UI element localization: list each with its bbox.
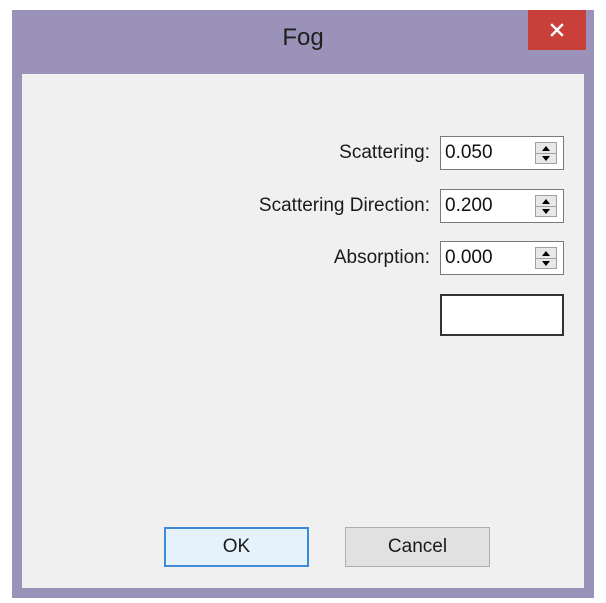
scattering-direction-spin-buttons xyxy=(535,195,557,217)
absorption-row: Absorption: 0.000 xyxy=(334,241,564,275)
scattering-direction-decrement-button[interactable] xyxy=(536,206,556,216)
scattering-direction-label: Scattering Direction: xyxy=(258,195,430,216)
close-icon xyxy=(550,23,564,37)
absorption-spinbox[interactable]: 0.000 xyxy=(440,241,564,275)
scattering-label: Scattering: xyxy=(339,142,430,163)
arrow-up-icon xyxy=(542,250,550,256)
fog-color-swatch[interactable] xyxy=(440,294,564,336)
close-button[interactable] xyxy=(528,10,586,50)
scattering-direction-value[interactable]: 0.200 xyxy=(445,190,493,222)
scattering-row: Scattering: 0.050 xyxy=(339,136,564,170)
fog-dialog: Fog Scattering: 0.050 Scattering Directi… xyxy=(12,10,594,598)
arrow-down-icon xyxy=(542,208,550,214)
scattering-direction-row: Scattering Direction: 0.200 xyxy=(259,189,564,223)
dialog-body: Scattering: 0.050 Scattering Direction: … xyxy=(22,74,584,588)
absorption-decrement-button[interactable] xyxy=(536,258,556,268)
absorption-label: Absorption: xyxy=(333,247,430,268)
window-title: Fog xyxy=(282,24,324,51)
scattering-spinbox[interactable]: 0.050 xyxy=(440,136,564,170)
absorption-value[interactable]: 0.000 xyxy=(445,242,493,274)
scattering-value[interactable]: 0.050 xyxy=(445,137,493,169)
scattering-direction-spinbox[interactable]: 0.200 xyxy=(440,189,564,223)
cancel-button[interactable]: Cancel xyxy=(345,527,490,567)
scattering-decrement-button[interactable] xyxy=(536,153,556,163)
arrow-down-icon xyxy=(542,155,550,161)
scattering-spin-buttons xyxy=(535,142,557,164)
arrow-up-icon xyxy=(542,198,550,204)
arrow-up-icon xyxy=(542,145,550,151)
ok-button[interactable]: OK xyxy=(164,527,309,567)
title-bar[interactable]: Fog xyxy=(12,10,594,74)
absorption-spin-buttons xyxy=(535,247,557,269)
arrow-down-icon xyxy=(542,260,550,266)
